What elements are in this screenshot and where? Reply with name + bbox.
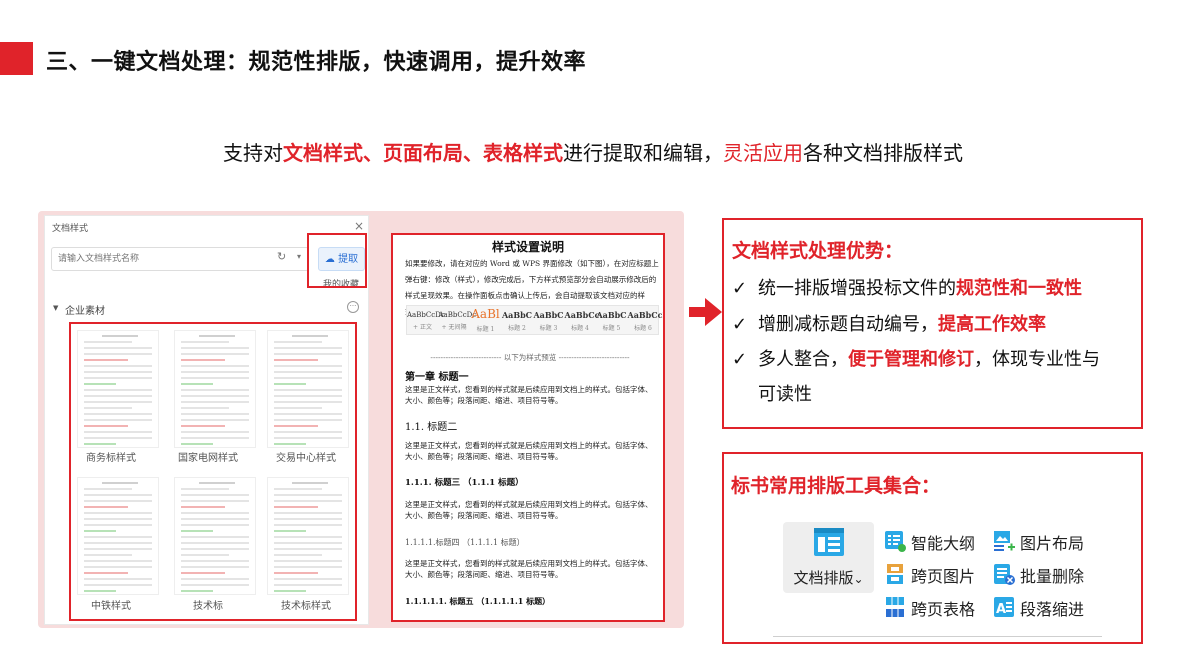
advantage-item: ✓ 统一排版增强投标文件的规范性和一致性 (732, 274, 1082, 300)
advantages-title: 文档样式处理优势： (732, 240, 904, 262)
outline-icon (885, 531, 906, 552)
advantage-highlight: 提高工作效率 (938, 314, 1046, 335)
style-swatch[interactable]: AaBbC 标题 5 (596, 306, 627, 334)
chevron-down-icon: ⌄ (853, 572, 864, 586)
style-name: 标题 5 (602, 325, 621, 332)
tool-label: 跨页图片 (911, 567, 976, 586)
style-sample: AaBbCc (564, 310, 600, 320)
style-swatch[interactable]: AaBbCcI 标题 6 (627, 306, 665, 334)
body-sample: 这里是正文样式，您看到的样式就是后续应用到文档上的样式。包括字体、大小、颜色等；… (405, 559, 653, 579)
advantages-box: 文档样式处理优势： ✓ 统一排版增强投标文件的规范性和一致性 ✓ 增删减标题自动编号… (722, 218, 1143, 429)
dialog-title: 文档样式 (52, 224, 89, 234)
heading-1-sample: 第一章 标题一 (405, 372, 469, 383)
caret-down-icon[interactable]: ▼ (53, 304, 58, 312)
refresh-icon[interactable]: ↻ (277, 250, 286, 263)
tool-label: 跨页表格 (911, 600, 976, 619)
style-sample: AaBbC (501, 310, 533, 320)
style-gallery: AaBbCcDc + 正文 AaBbCcDc + 无间隔 AaBl 标题 1 AaBbC 标题… (406, 305, 665, 335)
style-search-input[interactable] (51, 247, 309, 271)
tools-box: 标书常用排版工具集合： 文档排版⌄ 智能大纲 图片布局 跨页图片 批量删除 跨页… (722, 452, 1143, 644)
advantage-item: ✓ 多人整合，便于管理和修订，体现专业性与 (732, 345, 1100, 371)
style-doc-preview: 样式设置说明 如果要修改，请在对应的 Word 或 WPS 界面修改（如下图），… (391, 233, 665, 622)
batch-delete-icon (994, 564, 1015, 585)
style-sample: AaBbCcDc (438, 311, 477, 319)
advantage-highlight: 便于管理和修订 (848, 349, 974, 370)
check-icon: ✓ (732, 314, 748, 335)
doc-layout-label: 文档排版⌄ (783, 567, 874, 588)
templates-highlight-box (69, 322, 357, 621)
paragraph-indent-icon: A (994, 597, 1014, 617)
style-name: 标题 2 (508, 325, 526, 332)
style-swatch[interactable]: AaBl 标题 1 (470, 306, 501, 334)
advantage-text: 统一排版增强投标文件的 (758, 278, 956, 299)
tool-label: 批量删除 (1020, 567, 1085, 586)
style-sample: AaBbCcI (627, 310, 665, 320)
doc-layout-button[interactable]: 文档排版⌄ (783, 522, 874, 593)
tool-label: 智能大纲 (911, 534, 976, 553)
group-label[interactable]: 企业素材 (65, 302, 105, 317)
style-name: + 无间隔 (441, 324, 467, 331)
document-layout-icon (814, 528, 844, 556)
tool-label: 段落缩进 (1020, 600, 1085, 619)
check-icon: ✓ (732, 278, 748, 299)
more-icon[interactable]: ··· (347, 301, 359, 313)
cross-page-image-icon (887, 564, 903, 584)
heading-2-sample: 1.1. 标题二 (405, 422, 458, 433)
style-name: 标题 1 (476, 326, 495, 333)
tool-label: 图片布局 (1020, 534, 1085, 553)
style-name: 标题 4 (571, 325, 589, 332)
style-swatch[interactable]: AaBbC 标题 3 (533, 306, 564, 334)
advantage-highlight: 规范性和一致性 (956, 278, 1082, 299)
subtitle-highlight-1: 文档样式、页面布局、表格样式 (283, 141, 563, 165)
subtitle-text-2: 进行提取和编辑， (563, 141, 723, 165)
body-sample: 这里是正文样式，您看到的样式就是后续应用到文档上的样式。包括字体、大小、颜色等；… (405, 441, 653, 461)
doc-layout-text: 文档排版 (793, 569, 854, 587)
close-icon[interactable]: × (354, 219, 364, 233)
style-sample: AaBbC (596, 310, 627, 320)
body-sample: 这里是正文样式，您看到的样式就是后续应用到文档上的样式。包括字体、大小、颜色等；… (405, 385, 653, 405)
image-layout-icon (994, 531, 1015, 551)
arrow-right-icon (689, 298, 722, 326)
tools-title: 标书常用排版工具集合： (731, 475, 941, 497)
style-name: + 正文 (413, 324, 432, 331)
heading-3-sample: 1.1.1. 标题三 （1.1.1 标题） (405, 478, 524, 488)
subtitle-text-3: 各种文档排版样式 (803, 141, 963, 165)
body-sample: 这里是正文样式，您看到的样式就是后续应用到文档上的样式。包括字体、大小、颜色等；… (405, 500, 653, 520)
style-sample: AaBl (471, 307, 500, 321)
page-title: 三、一键文档处理：规范性排版，快速调用，提升效率 (46, 50, 587, 75)
subtitle: 支持对文档样式、页面布局、表格样式进行提取和编辑，灵活应用各种文档排版样式 (0, 137, 1186, 166)
advantage-text: ，体现专业性与 (974, 349, 1100, 370)
style-sample: AaBbCcDc (407, 311, 445, 319)
advantage-text: 多人整合， (758, 349, 848, 370)
divider (773, 636, 1102, 637)
advantage-text: 增删减标题自动编号， (758, 314, 938, 335)
style-swatch[interactable]: AaBbCcDc + 正文 (407, 306, 445, 334)
cross-page-table-icon (886, 597, 904, 617)
extract-highlight-box (307, 233, 367, 288)
advantage-item-continued: 可读性 (758, 384, 812, 405)
svg-text:A: A (996, 602, 1006, 617)
heading-4-sample: 1.1.1.1.标题四 （1.1.1.1 标题） (405, 538, 525, 547)
style-swatch[interactable]: AaBbC 标题 2 (502, 306, 533, 334)
advantage-item: ✓ 增删减标题自动编号，提高工作效率 (732, 310, 1046, 336)
header-accent-bar (0, 42, 33, 75)
style-swatch[interactable]: AaBbCc 标题 4 (564, 306, 600, 334)
style-name: 标题 6 (634, 325, 652, 332)
style-name: 标题 3 (539, 325, 558, 332)
style-swatch[interactable]: AaBbCcDc + 无间隔 (438, 306, 477, 334)
chevron-down-icon[interactable]: ▾ (297, 252, 301, 261)
style-sample: AaBbC (533, 310, 564, 320)
check-icon: ✓ (732, 349, 748, 370)
preview-separator: ---------------------------- 以下为样式预览 ---… (430, 353, 630, 362)
doc-title: 样式设置说明 (491, 240, 564, 254)
subtitle-text-1: 支持对 (223, 141, 283, 165)
heading-5-sample: 1.1.1.1.1. 标题五 （1.1.1.1.1 标题） (405, 596, 551, 606)
subtitle-highlight-2: 灵活应用 (723, 141, 803, 165)
